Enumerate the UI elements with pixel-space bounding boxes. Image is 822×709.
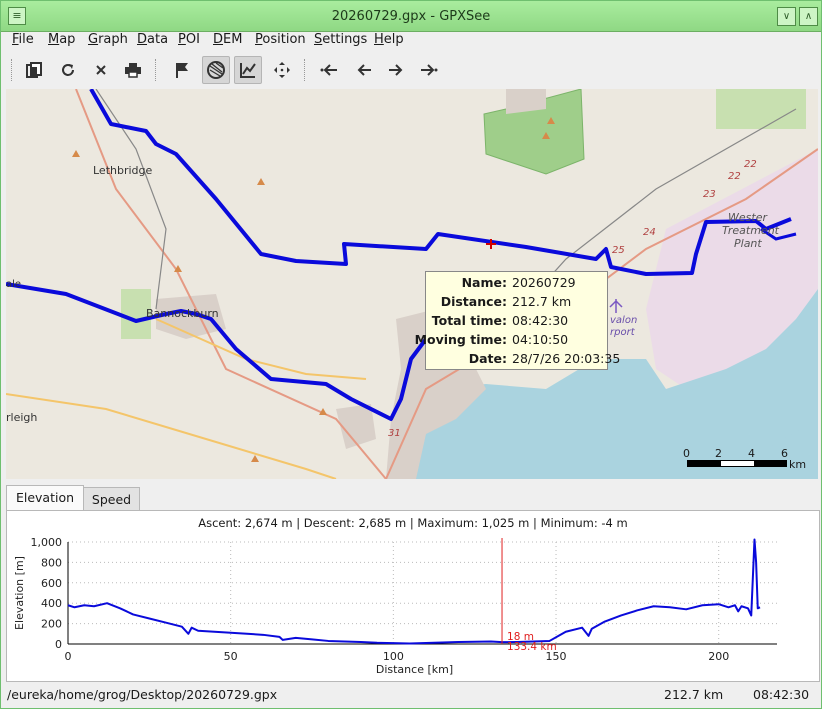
toolbar-handle[interactable] <box>11 59 14 81</box>
x-tick-label: 50 <box>224 650 238 663</box>
elevation-chart[interactable]: 02004006008001,0000 50 100 150 200Distance [… <box>7 511 817 679</box>
open-icon[interactable] <box>20 56 48 84</box>
y-tick-label: 400 <box>41 597 62 610</box>
map-label-avalon-2: rport <box>610 327 636 338</box>
scale-tick: 0 <box>683 447 690 460</box>
status-bar: /eureka/home/grog/Desktop/20260729.gpx 2… <box>1 683 821 707</box>
status-file-path: /eureka/home/grog/Desktop/20260729.gpx <box>7 687 278 702</box>
toolbar <box>1 53 821 87</box>
last-file-icon[interactable] <box>415 56 443 84</box>
track-info-tooltip: Name: 20260729 Distance: 212.7 km Total ti… <box>415 271 620 370</box>
menu-dem[interactable]: DEM <box>213 32 242 47</box>
app-window: ≡ 20260729.gpx - GPXSee ∨ ∧ File Map Gra… <box>0 0 822 709</box>
scale-unit: km <box>789 458 807 471</box>
tooltip-value: 212.7 km <box>512 294 572 309</box>
x-tick-label: 200 <box>708 650 729 663</box>
y-tick-label: 800 <box>41 556 62 569</box>
map-label-treatment-2: Treatment <box>722 224 780 237</box>
close-icon[interactable] <box>87 56 115 84</box>
scale-tick: 4 <box>748 447 755 460</box>
minimize-button[interactable]: ∨ <box>777 7 796 26</box>
window-title: 20260729.gpx - GPXSee <box>331 9 491 24</box>
tooltip-key: Date: <box>468 351 507 366</box>
tooltip-key: Moving time: <box>414 332 507 347</box>
tooltip-key: Distance: <box>440 294 507 309</box>
menu-map[interactable]: Map <box>48 32 75 47</box>
graph-tabs: Elevation Speed <box>6 485 818 512</box>
flag-icon[interactable] <box>168 56 196 84</box>
reload-icon[interactable] <box>54 56 82 84</box>
scale-tick: 2 <box>715 447 722 460</box>
status-distance: 212.7 km <box>664 687 724 702</box>
scale-tick: 6 <box>781 447 788 460</box>
elevation-line <box>67 538 761 645</box>
menu-poi[interactable]: POI <box>178 32 200 47</box>
map-scale: 0 2 4 6 km <box>683 447 811 475</box>
road-number: 22 <box>744 159 757 170</box>
show-map-icon[interactable] <box>202 56 230 84</box>
tab-speed[interactable]: Speed <box>83 487 140 512</box>
toolbar-separator <box>155 59 158 81</box>
map-label-treatment-1: Wester <box>728 211 768 224</box>
map-label-lethbridge: Lethbridge <box>93 164 153 177</box>
road-number: 23 <box>703 189 716 200</box>
x-tick-label: 100 <box>383 650 404 663</box>
map-label-ale: ale <box>6 279 21 290</box>
y-tick-label: 0 <box>55 638 62 651</box>
x-tick-label: 0 <box>65 650 72 663</box>
y-tick-label: 1,000 <box>31 536 63 549</box>
menu-help[interactable]: Help <box>374 32 404 47</box>
first-file-icon[interactable] <box>315 56 343 84</box>
map-label-corleigh: rleigh <box>6 411 37 424</box>
tooltip-value: 28/7/26 20:03:35 <box>512 351 621 366</box>
map-label-treatment-3: Plant <box>734 237 762 250</box>
print-icon[interactable] <box>119 56 147 84</box>
status-time: 08:42:30 <box>753 687 810 702</box>
menu-graph[interactable]: Graph <box>88 32 128 47</box>
y-axis-label: Elevation [m] <box>13 556 26 630</box>
menu-position[interactable]: Position <box>255 32 306 47</box>
tooltip-value: 08:42:30 <box>512 313 569 328</box>
road-number: 31 <box>388 428 401 439</box>
map-view[interactable]: Lethbridge Bannockburn rleigh ale Wester… <box>6 89 818 479</box>
menu-file[interactable]: File <box>12 32 34 47</box>
y-tick-label: 200 <box>41 618 62 631</box>
scale-bar <box>687 460 787 467</box>
maximize-button[interactable]: ∧ <box>799 7 818 26</box>
next-file-icon[interactable] <box>382 56 410 84</box>
menu-bar: File Map Graph Data POI DEM Position Set… <box>1 32 821 52</box>
map-park <box>716 89 806 129</box>
cursor-distance: 133.4 km <box>507 641 557 653</box>
tooltip-key: Name: <box>461 275 507 290</box>
road-number: 24 <box>643 227 656 238</box>
y-tick-label: 600 <box>41 577 62 590</box>
tooltip-value: 04:10:50 <box>512 332 569 347</box>
map-label-avalon-1: valon <box>610 315 637 326</box>
menu-settings[interactable]: Settings <box>314 32 367 47</box>
menu-data[interactable]: Data <box>137 32 168 47</box>
tab-elevation[interactable]: Elevation <box>6 485 84 512</box>
toolbar-separator-2 <box>304 59 307 81</box>
title-bar[interactable]: ≡ 20260729.gpx - GPXSee ∨ ∧ <box>1 1 821 32</box>
elevation-graph-panel[interactable]: Ascent: 2,674 m | Descent: 2,685 m | Max… <box>6 510 820 682</box>
tooltip-value: 20260729 <box>512 275 576 290</box>
fullscreen-icon[interactable] <box>268 56 296 84</box>
tooltip-key: Total time: <box>431 313 507 328</box>
map-label-bannockburn: Bannockburn <box>146 307 219 320</box>
road-number: 22 <box>728 171 741 182</box>
road-number: 25 <box>612 245 625 256</box>
x-axis-label: Distance [km] <box>376 663 453 676</box>
previous-file-icon[interactable] <box>350 56 378 84</box>
show-graphs-icon[interactable] <box>234 56 262 84</box>
